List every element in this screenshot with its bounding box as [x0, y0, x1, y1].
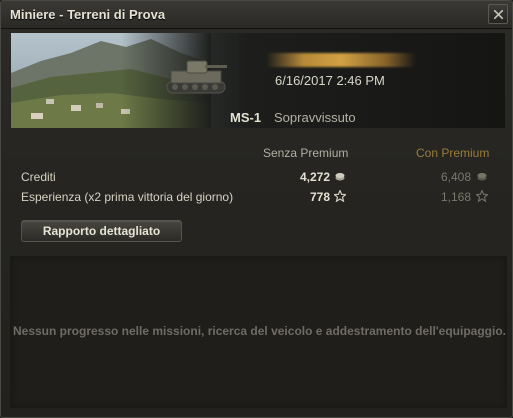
credits-premium-value: 6,408 — [440, 170, 471, 184]
credits-standard-value: 4,272 — [299, 170, 330, 184]
xp-premium-value: 1,168 — [440, 190, 471, 204]
close-icon — [494, 10, 503, 19]
battle-results-window: Miniere - Terreni di Prova 6/16/2017 2:4… — [0, 0, 513, 418]
map-banner: 6/16/2017 2:46 PM MS-1 Sopravvissuto — [11, 33, 505, 128]
column-header-standard: Senza Premium — [263, 146, 349, 160]
row-label-experience: Esperienza (x2 prima vittoria del giorno… — [21, 190, 234, 204]
battle-date: 6/16/2017 2:46 PM — [275, 73, 385, 88]
credits-icon — [477, 173, 487, 181]
close-button[interactable] — [488, 4, 508, 24]
row-label-credits: Crediti — [21, 170, 56, 184]
column-header-premium: Con Premium — [416, 146, 490, 160]
xp-standard-value: 778 — [309, 190, 330, 204]
vehicle-status: Sopravvissuto — [274, 110, 356, 125]
banner-highlight — [266, 53, 416, 67]
progress-panel: Nessun progresso nelle missioni, ricerca… — [10, 256, 507, 408]
xp-star-icon — [476, 190, 488, 202]
vehicle-name: MS-1 — [230, 110, 262, 125]
title-bar[interactable]: Miniere - Terreni di Prova — [1, 1, 512, 29]
detailed-report-button[interactable]: Rapporto dettagliato — [21, 220, 182, 242]
xp-star-icon — [334, 190, 346, 202]
window-title: Miniere - Terreni di Prova — [10, 7, 166, 22]
no-progress-message: Nessun progresso nelle missioni, ricerca… — [12, 324, 506, 338]
tank-icon — [166, 60, 227, 94]
credits-icon — [335, 173, 345, 181]
